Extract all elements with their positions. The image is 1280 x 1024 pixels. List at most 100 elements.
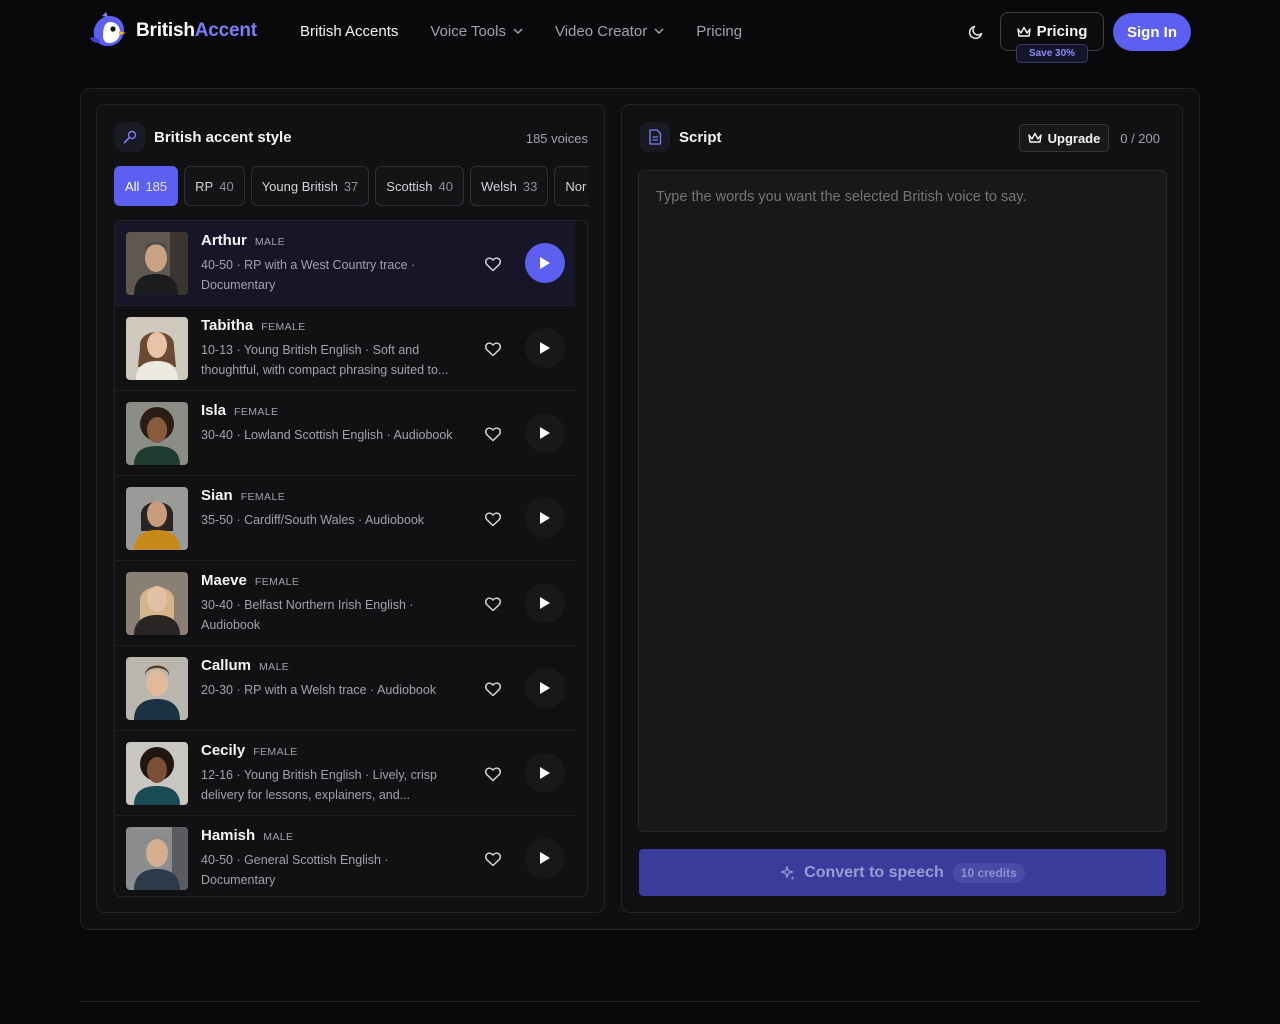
chip-count: 185 xyxy=(145,178,168,194)
chip-label: Scottish xyxy=(386,178,433,194)
heart-icon[interactable] xyxy=(483,594,503,614)
voice-row[interactable]: Callum MALE 20-30 · RP with a Welsh trace… xyxy=(115,646,575,731)
play-icon xyxy=(540,682,550,694)
footer-divider xyxy=(80,1001,1200,1002)
voice-name-text: Isla xyxy=(201,402,227,419)
voice-gender: FEMALE xyxy=(234,406,279,418)
voice-name-text: Hamish xyxy=(201,827,256,844)
voice-name: Arthur MALE xyxy=(201,232,285,249)
filter-chip-young-british[interactable]: Young British 37 xyxy=(250,166,370,206)
voice-name-text: Arthur xyxy=(201,232,247,249)
heart-icon[interactable] xyxy=(483,424,503,444)
save-badge: Save 30% xyxy=(1016,44,1088,63)
nav-label: British Accents xyxy=(300,22,399,40)
voice-count: 185 voices xyxy=(525,131,588,146)
character-count: 0 / 200 xyxy=(1120,131,1160,146)
play-button[interactable] xyxy=(525,243,565,283)
voice-row[interactable]: Cecily FEMALE 12-16 · Young British Engli… xyxy=(115,731,575,816)
voice-description: 12-16 · Young British English · Lively, … xyxy=(201,768,437,802)
filter-chip-rp[interactable]: RP 40 xyxy=(184,166,245,206)
voice-name-text: Tabitha xyxy=(201,317,254,334)
play-button[interactable] xyxy=(525,753,565,793)
nav-label: Video Creator xyxy=(554,22,648,40)
chip-label: Young British xyxy=(261,178,338,194)
voice-name: Callum MALE xyxy=(201,657,289,674)
theme-toggle-button[interactable] xyxy=(962,18,990,46)
bird-logo-icon xyxy=(90,12,126,46)
voice-name: Hamish MALE xyxy=(201,827,293,844)
nav-label: Voice Tools xyxy=(430,22,506,40)
play-icon xyxy=(540,767,550,779)
voice-row[interactable]: Arthur MALE 40-50 · RP with a West Countr… xyxy=(115,221,575,306)
heart-icon[interactable] xyxy=(483,254,503,274)
play-icon xyxy=(540,852,550,864)
voice-name: Tabitha FEMALE xyxy=(201,317,306,334)
voice-gender: MALE xyxy=(259,661,290,673)
voice-description: 40-50 · General Scottish English · Docum… xyxy=(201,853,389,887)
voice-description: 35-50 · Cardiff/South Wales · Audiobook xyxy=(201,513,425,527)
upgrade-button[interactable]: Upgrade xyxy=(1019,124,1109,152)
sign-in-button[interactable]: Sign In xyxy=(1113,13,1191,51)
play-button[interactable] xyxy=(525,583,565,623)
brand-logo[interactable]: BritishAccent xyxy=(88,12,257,50)
nav-voice-tools[interactable]: Voice Tools xyxy=(430,23,523,40)
nav-label: Pricing xyxy=(696,22,743,40)
nav-video-creator[interactable]: Video Creator xyxy=(555,23,664,40)
filter-chip-welsh[interactable]: Welsh 33 xyxy=(470,166,549,206)
voice-gender: MALE xyxy=(263,831,294,843)
play-icon xyxy=(540,512,550,524)
voice-description: 30-40 · Belfast Northern Irish English ·… xyxy=(201,598,414,632)
play-button[interactable] xyxy=(525,498,565,538)
main-nav: British Accents Voice Tools Video Creato… xyxy=(300,20,774,42)
document-icon xyxy=(640,122,670,152)
convert-to-speech-button[interactable]: Convert to speech 10 credits xyxy=(639,849,1166,896)
script-input[interactable] xyxy=(638,170,1167,832)
pricing-label: Pricing xyxy=(1036,23,1088,40)
voice-description: 40-50 · RP with a West Country trace · D… xyxy=(201,258,416,292)
heart-icon[interactable] xyxy=(483,509,503,529)
moon-icon xyxy=(968,25,983,40)
voice-description: 10-13 · Young British English · Soft and… xyxy=(201,343,449,377)
heart-icon[interactable] xyxy=(483,339,503,359)
nav-british-accents[interactable]: British Accents xyxy=(300,23,398,40)
play-button[interactable] xyxy=(525,413,565,453)
voice-avatar xyxy=(126,657,188,720)
heart-icon[interactable] xyxy=(483,679,503,699)
play-button[interactable] xyxy=(525,328,565,368)
accent-filter-chips: All 185 RP 40 Young British 37 Scottish 40 W… xyxy=(114,166,589,207)
chip-count: 40 xyxy=(219,178,234,194)
top-nav-bar: BritishAccent British Accents Voice Tool… xyxy=(0,0,1280,63)
filter-chip-scottish[interactable]: Scottish 40 xyxy=(375,166,465,206)
voice-description: 20-30 · RP with a Welsh trace · Audioboo… xyxy=(201,683,437,697)
play-button[interactable] xyxy=(525,668,565,708)
voice-row[interactable]: Hamish MALE 40-50 · General Scottish Engl… xyxy=(115,816,575,896)
chevron-down-icon xyxy=(513,28,523,34)
upgrade-label: Upgrade xyxy=(1047,130,1101,146)
voice-row[interactable]: Tabitha FEMALE 10-13 · Young British Engl… xyxy=(115,306,575,391)
voice-avatar xyxy=(126,317,188,380)
heart-icon[interactable] xyxy=(483,764,503,784)
voice-row[interactable]: Maeve FEMALE 30-40 · Belfast Northern Iri… xyxy=(115,561,575,646)
play-icon xyxy=(540,257,550,269)
play-icon xyxy=(540,427,550,439)
voice-avatar xyxy=(126,742,188,805)
play-icon xyxy=(540,342,550,354)
script-panel: Script Upgrade 0 / 200 Convert to speech… xyxy=(621,104,1183,913)
filter-chip-all[interactable]: All 185 xyxy=(114,166,179,206)
voice-avatar xyxy=(126,402,188,465)
voice-name-text: Callum xyxy=(201,657,252,674)
voice-list-scrollbar[interactable] xyxy=(577,221,587,896)
voice-name: Cecily FEMALE xyxy=(201,742,298,759)
voice-row[interactable]: Isla FEMALE 30-40 · Lowland Scottish Engl… xyxy=(115,391,575,476)
play-button[interactable] xyxy=(525,838,565,878)
heart-icon[interactable] xyxy=(483,849,503,869)
voice-gender: FEMALE xyxy=(254,576,300,588)
credits-badge: 10 credits xyxy=(952,862,1025,883)
chip-label: RP xyxy=(195,178,214,194)
filter-chip-northern[interactable]: Nor xyxy=(554,166,589,206)
voice-row[interactable]: Sian FEMALE 35-50 · Cardiff/South Wales ·… xyxy=(115,476,575,561)
chip-count: 37 xyxy=(343,178,359,194)
crown-icon xyxy=(1027,132,1042,143)
chip-label: All xyxy=(125,178,140,194)
nav-pricing[interactable]: Pricing xyxy=(696,23,742,40)
